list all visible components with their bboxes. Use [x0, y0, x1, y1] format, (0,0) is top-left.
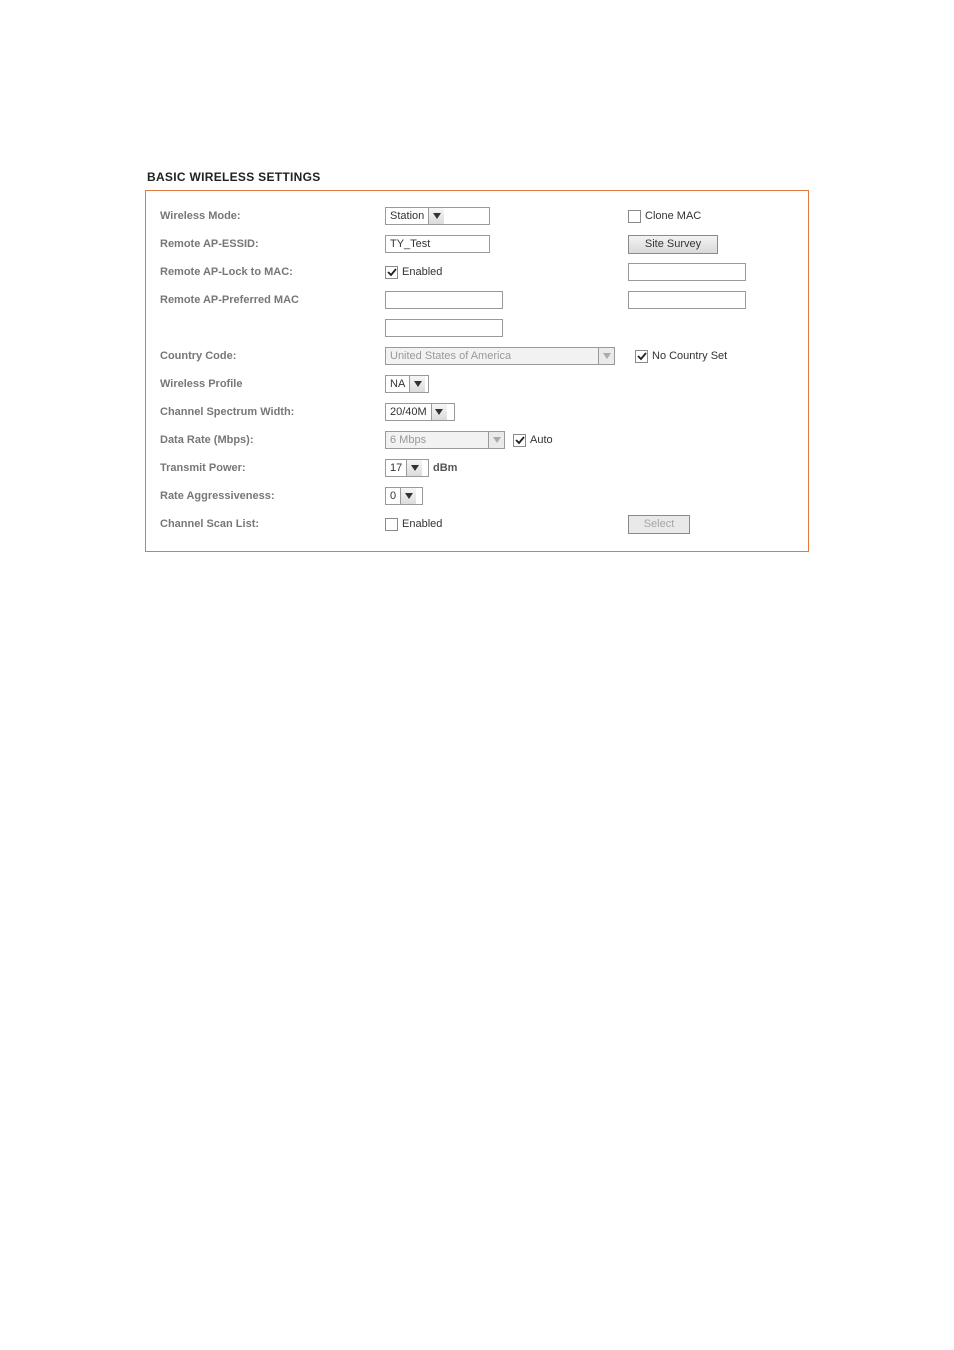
label-remote-essid: Remote AP-ESSID:: [160, 238, 385, 250]
scan-list-enabled-label: Enabled: [402, 518, 442, 530]
country-select: United States of America: [385, 347, 615, 365]
aggr-select[interactable]: 0: [385, 487, 423, 505]
no-country-checkbox[interactable]: [635, 350, 648, 363]
label-lock-mac: Remote AP-Lock to MAC:: [160, 266, 385, 278]
wireless-mode-select[interactable]: Station: [385, 207, 490, 225]
row-data-rate: Data Rate (Mbps): 6 Mbps Auto: [160, 427, 794, 453]
label-profile: Wireless Profile: [160, 378, 385, 390]
tx-power-unit: dBm: [433, 462, 457, 474]
label-scan-list: Channel Scan List:: [160, 518, 385, 530]
wireless-mode-value: Station: [386, 210, 428, 222]
row-lock-mac: Remote AP-Lock to MAC: Enabled: [160, 259, 794, 285]
chevron-down-icon: [406, 460, 422, 476]
data-rate-auto-label: Auto: [530, 434, 553, 446]
chevron-down-icon: [431, 404, 447, 420]
row-wireless-mode: Wireless Mode: Station Clone MAC: [160, 203, 794, 229]
spectrum-value: 20/40M: [386, 406, 431, 418]
spectrum-select[interactable]: 20/40M: [385, 403, 455, 421]
label-spectrum: Channel Spectrum Width:: [160, 406, 385, 418]
site-survey-button[interactable]: Site Survey: [628, 235, 718, 254]
remote-essid-input[interactable]: [385, 235, 490, 253]
country-value: United States of America: [386, 350, 598, 362]
clone-mac-checkbox[interactable]: [628, 210, 641, 223]
label-preferred-mac: Remote AP-Preferred MAC: [160, 294, 385, 306]
data-rate-value: 6 Mbps: [386, 434, 488, 446]
lock-mac-enabled-checkbox[interactable]: [385, 266, 398, 279]
aggr-value: 0: [386, 490, 400, 502]
row-remote-essid: Remote AP-ESSID: Site Survey: [160, 231, 794, 257]
no-country-label: No Country Set: [652, 350, 727, 362]
section-title: BASIC WIRELESS SETTINGS: [147, 170, 809, 184]
data-rate-select: 6 Mbps: [385, 431, 505, 449]
preferred-mac-input-1[interactable]: [385, 291, 503, 309]
label-country: Country Code:: [160, 350, 385, 362]
chevron-down-icon: [488, 432, 504, 448]
chevron-down-icon: [428, 208, 444, 224]
label-data-rate: Data Rate (Mbps):: [160, 434, 385, 446]
row-profile: Wireless Profile NA: [160, 371, 794, 397]
scan-list-select-button: Select: [628, 515, 690, 534]
label-tx-power: Transmit Power:: [160, 462, 385, 474]
chevron-down-icon: [598, 348, 614, 364]
preferred-mac-input-2[interactable]: [628, 291, 746, 309]
preferred-mac-input-3[interactable]: [385, 319, 503, 337]
row-aggr: Rate Aggressiveness: 0: [160, 483, 794, 509]
clone-mac-label: Clone MAC: [645, 210, 701, 222]
row-spectrum: Channel Spectrum Width: 20/40M: [160, 399, 794, 425]
row-country: Country Code: United States of America N…: [160, 343, 794, 369]
tx-power-value: 17: [386, 462, 406, 474]
row-preferred-mac-1: Remote AP-Preferred MAC: [160, 287, 794, 313]
label-wireless-mode: Wireless Mode:: [160, 210, 385, 222]
chevron-down-icon: [409, 376, 425, 392]
lock-mac-enabled-label: Enabled: [402, 266, 442, 278]
data-rate-auto-checkbox[interactable]: [513, 434, 526, 447]
tx-power-select[interactable]: 17: [385, 459, 429, 477]
lock-mac-input[interactable]: [628, 263, 746, 281]
chevron-down-icon: [400, 488, 416, 504]
profile-select[interactable]: NA: [385, 375, 429, 393]
profile-value: NA: [386, 378, 409, 390]
scan-list-enabled-checkbox[interactable]: [385, 518, 398, 531]
label-aggr: Rate Aggressiveness:: [160, 490, 385, 502]
row-preferred-mac-2: [160, 315, 794, 341]
row-scan-list: Channel Scan List: Enabled Select: [160, 511, 794, 537]
settings-panel: Wireless Mode: Station Clone MAC Remote …: [145, 190, 809, 552]
row-tx-power: Transmit Power: 17 dBm: [160, 455, 794, 481]
